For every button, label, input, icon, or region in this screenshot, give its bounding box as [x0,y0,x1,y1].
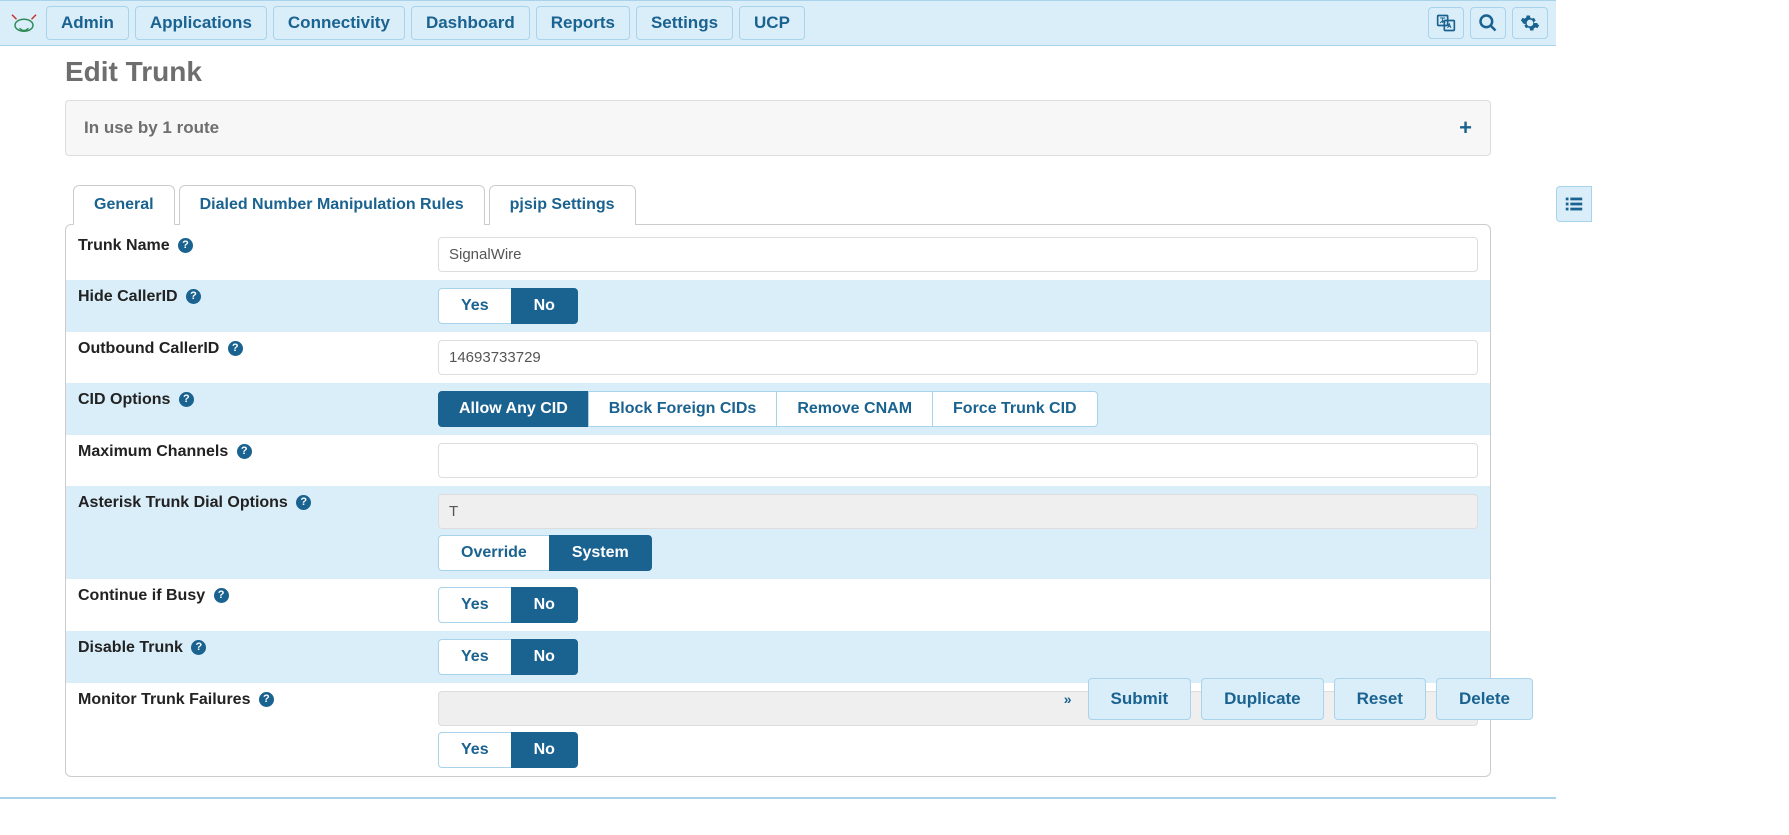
search-icon[interactable] [1470,7,1506,39]
nav-admin[interactable]: Admin [46,6,129,40]
help-icon[interactable]: ? [296,495,311,510]
tab-bar: General Dialed Number Manipulation Rules… [73,184,1491,224]
reset-button[interactable]: Reset [1334,678,1426,720]
disable-trunk-no[interactable]: No [511,639,578,675]
help-icon[interactable]: ? [179,392,194,407]
label-disable-trunk: Disable Trunk [78,639,183,656]
label-monitor-failures: Monitor Trunk Failures [78,691,250,708]
dial-options-input [438,494,1478,529]
duplicate-button[interactable]: Duplicate [1201,678,1324,720]
help-icon[interactable]: ? [186,289,201,304]
label-hide-cid: Hide CallerID [78,288,178,305]
translate-icon[interactable] [1428,7,1464,39]
monitor-fail-yes[interactable]: Yes [438,732,512,768]
footer-expand-icon[interactable]: » [1064,691,1078,707]
label-max-channels: Maximum Channels [78,443,228,460]
gear-icon[interactable] [1512,7,1548,39]
trunk-name-input[interactable] [438,237,1478,272]
label-cid-options: CID Options [78,391,170,408]
logo-icon [8,9,40,37]
route-info-panel: In use by 1 route + [65,100,1491,156]
label-trunk-name: Trunk Name [78,237,170,254]
nav-reports[interactable]: Reports [536,6,630,40]
help-icon[interactable]: ? [191,640,206,655]
top-navbar: Admin Applications Connectivity Dashboar… [0,0,1556,46]
footer-action-bar: » Submit Duplicate Reset Delete [1064,678,1533,720]
nav-dashboard[interactable]: Dashboard [411,6,530,40]
tab-pjsip[interactable]: pjsip Settings [489,185,636,225]
expand-panel-icon[interactable]: + [1459,115,1472,141]
tab-dialed-rules[interactable]: Dialed Number Manipulation Rules [179,185,485,225]
label-continue-busy: Continue if Busy [78,587,205,604]
submit-button[interactable]: Submit [1088,678,1192,720]
cid-force-trunk[interactable]: Force Trunk CID [932,391,1098,427]
label-outbound-cid: Outbound CallerID [78,340,219,357]
hide-cid-no[interactable]: No [511,288,578,324]
dial-override[interactable]: Override [438,535,550,571]
page-title: Edit Trunk [65,56,1491,88]
nav-settings[interactable]: Settings [636,6,733,40]
max-channels-input[interactable] [438,443,1478,478]
label-dial-options: Asterisk Trunk Dial Options [78,494,288,511]
help-icon[interactable]: ? [228,341,243,356]
disable-trunk-yes[interactable]: Yes [438,639,512,675]
monitor-fail-no[interactable]: No [511,732,578,768]
nav-applications[interactable]: Applications [135,6,267,40]
help-icon[interactable]: ? [178,238,193,253]
route-info-text: In use by 1 route [84,118,219,138]
cid-block-foreign[interactable]: Block Foreign CIDs [588,391,778,427]
help-icon[interactable]: ? [237,444,252,459]
help-icon[interactable]: ? [259,692,274,707]
tab-general[interactable]: General [73,185,175,225]
delete-button[interactable]: Delete [1436,678,1533,720]
cid-remove-cnam[interactable]: Remove CNAM [776,391,933,427]
continue-busy-yes[interactable]: Yes [438,587,512,623]
cid-allow-any[interactable]: Allow Any CID [438,391,589,427]
continue-busy-no[interactable]: No [511,587,578,623]
help-icon[interactable]: ? [214,588,229,603]
outbound-cid-input[interactable] [438,340,1478,375]
hide-cid-yes[interactable]: Yes [438,288,512,324]
dial-system[interactable]: System [549,535,652,571]
nav-ucp[interactable]: UCP [739,6,805,40]
nav-connectivity[interactable]: Connectivity [273,6,405,40]
bottom-divider [0,797,1556,799]
list-toggle-icon[interactable] [1556,186,1592,222]
